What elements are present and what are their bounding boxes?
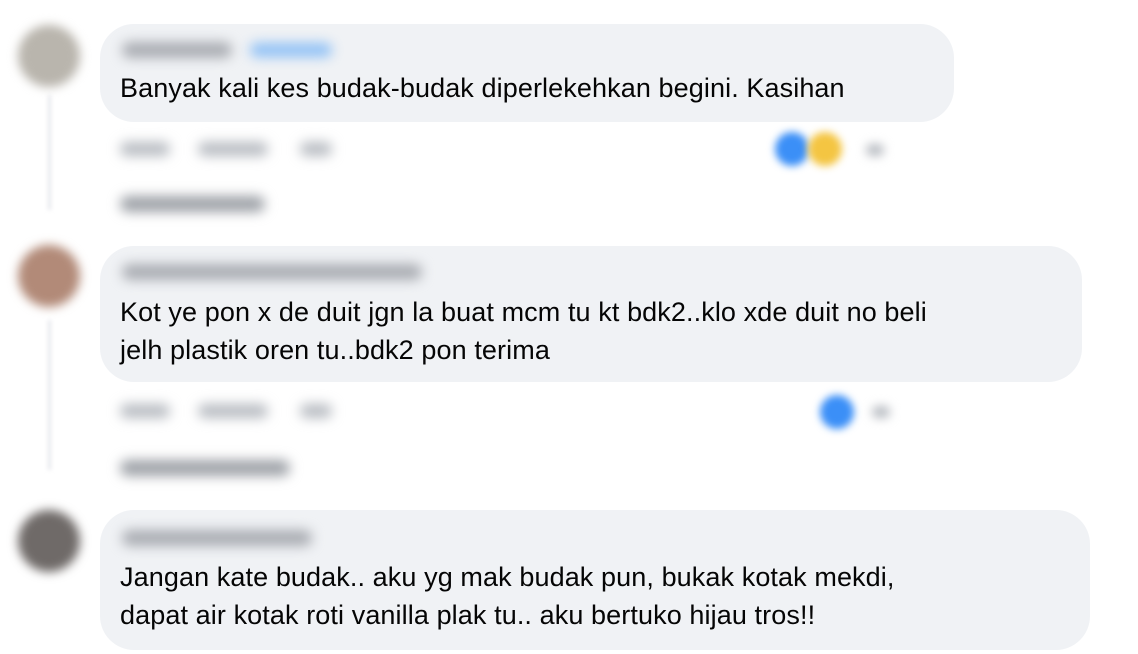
author-name[interactable] — [122, 42, 232, 58]
reaction-count[interactable] — [872, 406, 890, 418]
like-reaction-icon[interactable] — [820, 395, 854, 429]
author-name[interactable] — [122, 530, 312, 546]
comment-bubble: Banyak kali kes budak-budak diperlekehka… — [100, 24, 954, 122]
reaction-count[interactable] — [866, 144, 884, 156]
comment-text: Banyak kali kes budak-budak diperlekehka… — [120, 69, 845, 107]
comment-bubble: Jangan kate budak.. aku yg mak budak pun… — [100, 510, 1090, 650]
thread-line — [48, 320, 51, 470]
reply-action[interactable] — [198, 142, 268, 156]
view-replies-link[interactable] — [120, 460, 290, 476]
comment-line: Kot ye pon x de duit jgn la buat mcm tu … — [120, 297, 927, 327]
avatar[interactable] — [18, 25, 80, 87]
comment-line: jelh plastik oren tu..bdk2 pon terima — [120, 335, 550, 365]
timestamp[interactable] — [300, 142, 332, 156]
comment-line: Banyak kali kes budak-budak diperlekehka… — [120, 73, 845, 103]
comment-line: dapat air kotak roti vanilla plak tu.. a… — [120, 600, 816, 630]
reply-action[interactable] — [198, 404, 268, 418]
view-replies-link[interactable] — [120, 196, 265, 212]
haha-reaction-icon[interactable] — [808, 132, 842, 166]
like-action[interactable] — [120, 142, 170, 156]
thread-line — [48, 95, 51, 210]
comment-text: Jangan kate budak.. aku yg mak budak pun… — [120, 558, 894, 634]
comment-line: Jangan kate budak.. aku yg mak budak pun… — [120, 562, 895, 592]
avatar[interactable] — [18, 245, 80, 307]
author-name[interactable] — [122, 264, 422, 280]
comment-bubble: Kot ye pon x de duit jgn la buat mcm tu … — [100, 246, 1082, 382]
avatar[interactable] — [18, 510, 80, 572]
like-action[interactable] — [120, 404, 170, 418]
timestamp[interactable] — [300, 404, 332, 418]
comment-text: Kot ye pon x de duit jgn la buat mcm tu … — [120, 293, 927, 369]
like-reaction-icon[interactable] — [775, 132, 809, 166]
follow-link[interactable] — [250, 43, 332, 57]
